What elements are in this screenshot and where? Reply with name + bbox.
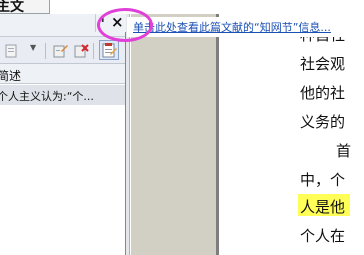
document-line: 义务的 — [300, 113, 346, 131]
document-line: 中，个 — [300, 171, 346, 189]
list-item-text: 个人主义认为:“个... — [0, 90, 94, 103]
document-line: 社会观 — [300, 55, 346, 73]
document-margin — [131, 14, 216, 255]
delete-note-icon — [74, 44, 89, 58]
document-line-highlighted: 人是他 — [300, 198, 346, 216]
edit-note-button[interactable] — [52, 42, 69, 59]
toolbar-separator — [93, 43, 94, 59]
toolbar-separator — [45, 43, 46, 59]
notepad-icon — [102, 43, 117, 58]
delete-note-button[interactable] — [73, 42, 90, 59]
document-line: 首 — [336, 142, 352, 160]
document-line: 个人在 — [300, 227, 346, 245]
notes-button[interactable] — [99, 40, 119, 60]
new-note-icon — [5, 44, 17, 58]
knowledge-node-link[interactable]: 单击此处查看此篇文献的“知网节”信息... — [133, 19, 331, 35]
new-note-dropdown-icon[interactable]: ▼ — [30, 43, 36, 52]
edit-note-icon — [53, 45, 68, 58]
splitter-handle[interactable] — [126, 14, 130, 255]
annotation-circle — [97, 8, 153, 42]
new-note-button[interactable] — [4, 42, 21, 59]
column-header-label: 简述 — [0, 69, 22, 83]
document-page — [219, 14, 364, 255]
document-line: 他的社 — [300, 84, 346, 102]
